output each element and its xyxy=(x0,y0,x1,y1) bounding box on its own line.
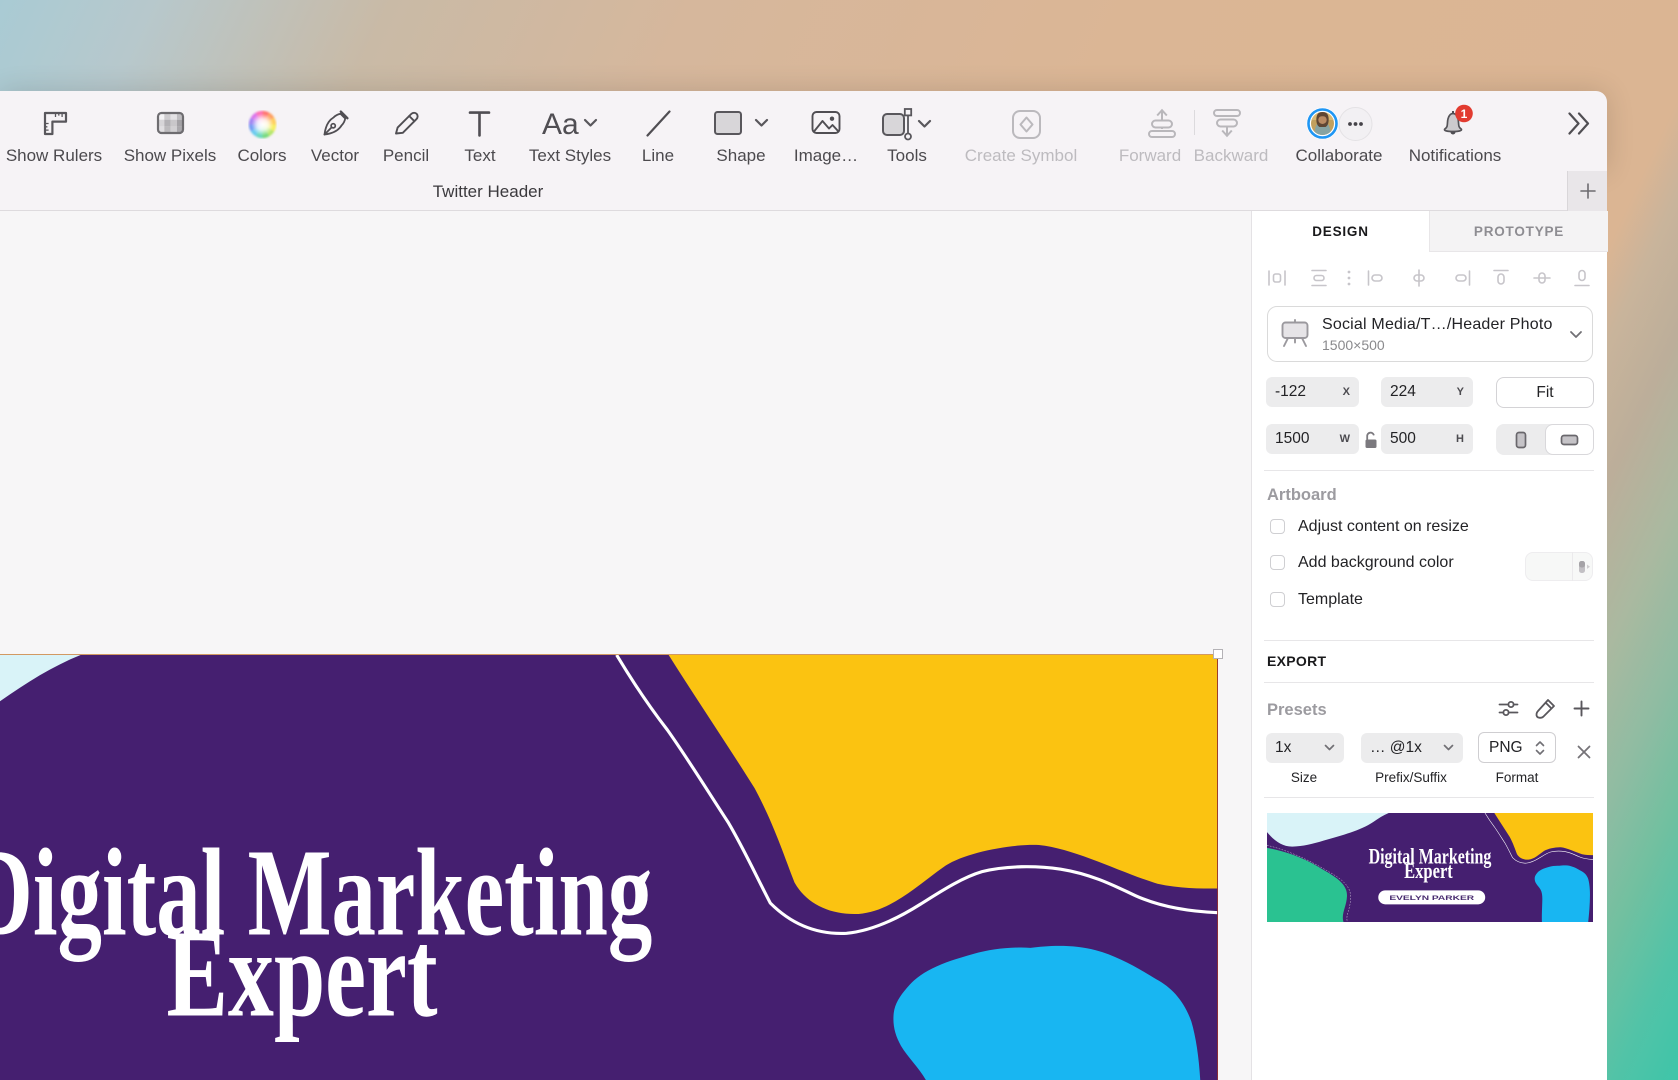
svg-text:Aa: Aa xyxy=(542,108,579,140)
svg-text:1: 1 xyxy=(1461,107,1468,121)
